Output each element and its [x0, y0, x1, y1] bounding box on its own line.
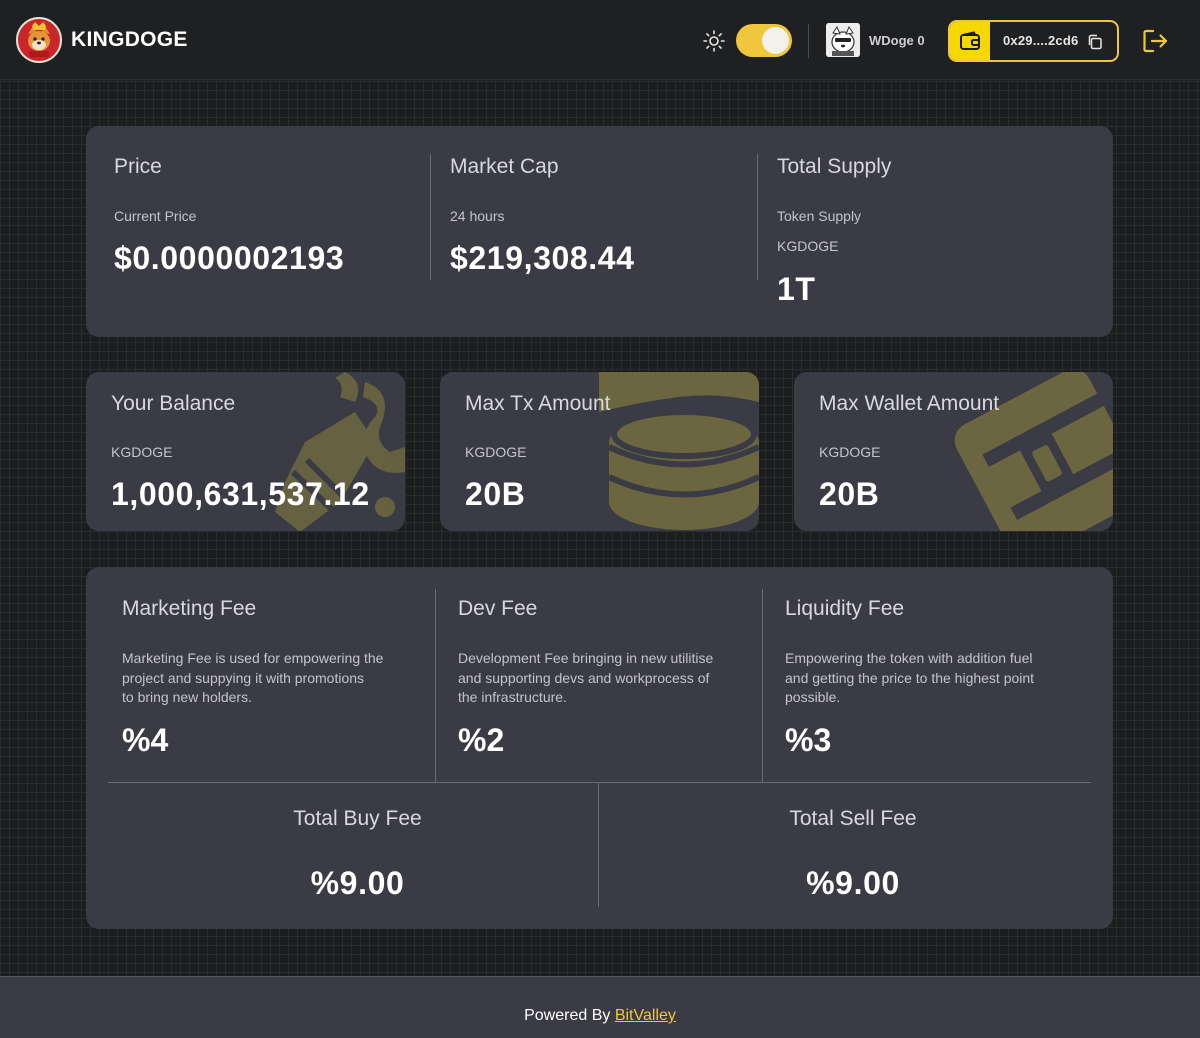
wdoge-balance: WDoge 0 — [869, 33, 925, 48]
footer-prefix: Powered By — [524, 1007, 611, 1024]
max-tx-value: 20B — [465, 476, 526, 512]
max-wallet-card: Max Wallet Amount KGDOGE 20B — [794, 372, 1113, 531]
copy-icon[interactable] — [1087, 34, 1103, 50]
liquidity-fee-description: Empowering the token with addition fuel … — [785, 650, 1035, 705]
total-supply-stat: Total Supply Token Supply KGDOGE 1T — [777, 126, 1077, 337]
dev-fee-title: Dev Fee — [458, 597, 538, 620]
marketing-fee-description: Marketing Fee is used for empowering the… — [122, 650, 384, 705]
logout-icon[interactable] — [1141, 27, 1169, 55]
market-cap-subtitle: 24 hours — [450, 208, 505, 224]
footer-credit: Powered By BitValley — [0, 1007, 1200, 1025]
sun-icon[interactable] — [702, 29, 726, 53]
marketing-fee-title: Marketing Fee — [122, 597, 257, 620]
wallet-address: 0x29....2cd6 — [1003, 33, 1079, 48]
total-supply-unit: KGDOGE — [777, 238, 839, 254]
header-divider — [808, 24, 809, 58]
wdoge-avatar — [826, 23, 860, 57]
coins-icon — [599, 372, 759, 531]
wallet-button[interactable]: 0x29....2cd6 — [948, 20, 1119, 62]
dev-fee: Dev Fee Development Fee bringing in new … — [458, 567, 758, 783]
liquidity-fee: Liquidity Fee Empowering the token with … — [785, 567, 1095, 783]
theme-toggle[interactable] — [736, 24, 792, 57]
price-value: $0.0000002193 — [114, 240, 345, 276]
max-wallet-title: Max Wallet Amount — [819, 392, 1000, 415]
price-title: Price — [114, 155, 162, 178]
bitvalley-link[interactable]: BitValley — [615, 1007, 676, 1024]
toggle-knob — [762, 27, 789, 54]
balance-title: Your Balance — [111, 392, 236, 415]
marketing-fee: Marketing Fee Marketing Fee is used for … — [122, 567, 432, 783]
wallet-icon — [950, 22, 990, 60]
total-supply-subtitle: Token Supply — [777, 208, 862, 224]
fees-card: Marketing Fee Marketing Fee is used for … — [86, 567, 1113, 929]
brand-name: KINGDOGE — [71, 28, 188, 51]
liquidity-fee-title: Liquidity Fee — [785, 597, 905, 620]
total-buy-fee-value: %9.00 — [310, 865, 405, 901]
total-sell-fee-title: Total Sell Fee — [789, 807, 917, 830]
liquidity-fee-value: %3 — [785, 722, 832, 758]
balance-unit: KGDOGE — [111, 444, 173, 460]
market-cap-value: $219,308.44 — [450, 240, 635, 276]
total-supply-value: 1T — [777, 271, 816, 307]
price-stat: Price Current Price $0.0000002193 — [114, 126, 414, 337]
your-balance-card: Your Balance KGDOGE 1,000,631,537.12 — [86, 372, 405, 531]
fee-divider — [762, 589, 763, 783]
total-supply-title: Total Supply — [777, 155, 892, 178]
market-cap-title: Market Cap — [450, 155, 559, 178]
marketing-fee-value: %4 — [122, 722, 169, 758]
total-buy-fee-title: Total Buy Fee — [293, 807, 422, 830]
max-wallet-unit: KGDOGE — [819, 444, 881, 460]
top-navbar: KINGDOGE WDoge 0 0x29....2cd6 — [0, 0, 1200, 80]
price-subtitle: Current Price — [114, 208, 197, 224]
dev-fee-value: %2 — [458, 722, 505, 758]
total-buy-fee: Total Buy Fee %9.00 — [86, 783, 629, 929]
market-cap-stat: Market Cap 24 hours $219,308.44 — [450, 126, 750, 337]
kingdoge-logo[interactable] — [16, 17, 62, 63]
total-sell-fee-value: %9.00 — [806, 865, 900, 901]
max-tx-unit: KGDOGE — [465, 444, 527, 460]
max-tx-title: Max Tx Amount — [465, 392, 611, 415]
stats-divider — [757, 154, 758, 280]
max-tx-card: Max Tx Amount KGDOGE 20B — [440, 372, 759, 531]
dev-fee-description: Development Fee bringing in new utilitis… — [458, 650, 714, 705]
fee-divider — [435, 589, 436, 783]
balance-value: 1,000,631,537.12 — [111, 476, 370, 512]
max-wallet-value: 20B — [819, 476, 880, 512]
footer: Powered By BitValley — [0, 976, 1200, 1038]
token-stats-card: Price Current Price $0.0000002193 Market… — [86, 126, 1113, 337]
stats-divider — [430, 154, 431, 280]
total-sell-fee: Total Sell Fee %9.00 — [598, 783, 1108, 929]
